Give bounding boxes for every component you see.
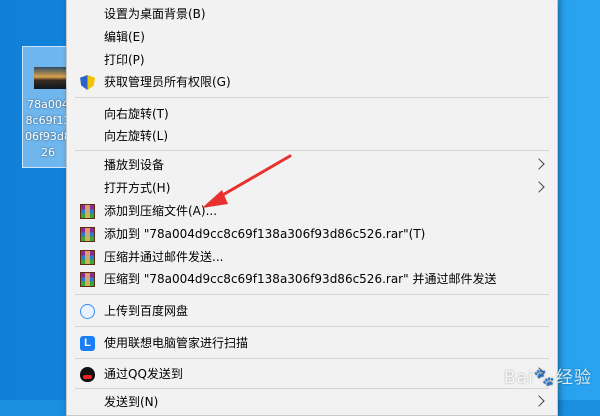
arrow-shaft (212, 154, 292, 202)
baidu-jingyan-watermark: Bai🐾经验 (504, 363, 592, 388)
watermark-text: Bai (504, 368, 534, 388)
red-arrow-annotation (202, 154, 292, 208)
watermark-suffix: 经验 (556, 368, 592, 388)
paw-icon: 🐾 (533, 368, 556, 388)
